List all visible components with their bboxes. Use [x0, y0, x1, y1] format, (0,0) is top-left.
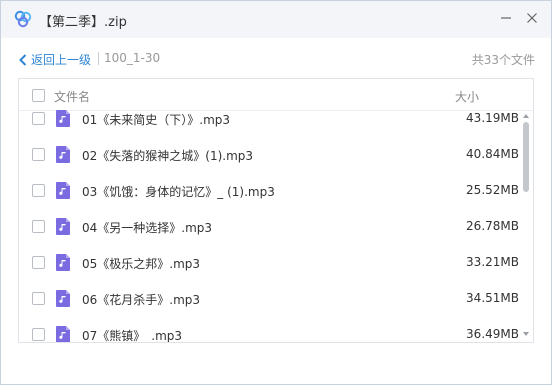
close-button[interactable]	[521, 7, 543, 29]
chevron-left-icon	[19, 53, 27, 66]
file-row[interactable]: 01《未来简史（下）》.mp3 43.19MB	[19, 101, 519, 137]
file-size: 43.19MB	[466, 111, 519, 125]
file-name: 07《熊镇》_.mp3	[82, 329, 183, 343]
audio-file-icon	[56, 182, 70, 199]
close-icon	[527, 13, 537, 23]
minimize-button[interactable]	[495, 7, 517, 29]
file-name: 01《未来简史（下）》.mp3	[82, 113, 231, 127]
baidu-netdisk-cloud-icon	[14, 10, 32, 28]
file-row[interactable]: 07《熊镇》_.mp3 36.49MB	[19, 317, 519, 343]
current-folder-label: 100_1-30	[104, 51, 161, 65]
file-name: 02《失落的猴神之城》(1).mp3	[82, 149, 254, 163]
vertical-scrollbar[interactable]	[522, 112, 530, 340]
scroll-up-arrow-icon[interactable]	[523, 114, 529, 118]
minimize-icon	[501, 17, 511, 19]
file-checkbox[interactable]	[32, 292, 45, 305]
back-to-parent-link[interactable]: 返回上一级	[19, 51, 91, 68]
file-size: 34.51MB	[466, 291, 519, 305]
file-row[interactable]: 02《失落的猴神之城》(1).mp3 40.84MB	[19, 137, 519, 173]
file-list: 文件名 大小 01《未来简史（下）》.mp3 43.19MB 02《失落的猴神之城》…	[18, 78, 534, 343]
scroll-thumb[interactable]	[523, 122, 529, 192]
file-name: 06《花月杀手》.mp3	[82, 293, 201, 307]
file-checkbox[interactable]	[32, 256, 45, 269]
file-checkbox[interactable]	[32, 220, 45, 233]
file-name: 03《饥饿：身体的记忆》_ (1).mp3	[82, 185, 275, 199]
back-label: 返回上一级	[31, 53, 92, 67]
file-row[interactable]: 05《极乐之邦》.mp3 33.21MB	[19, 245, 519, 281]
file-size: 36.49MB	[466, 327, 519, 341]
file-count-label: 共33个文件	[471, 53, 535, 67]
zip-preview-window: 【第二季】.zip 返回上一级 100_1-30 共33个文件 文件名 大小 0…	[0, 0, 552, 385]
audio-file-icon	[56, 254, 70, 271]
scroll-down-arrow-icon[interactable]	[523, 332, 529, 336]
audio-file-icon	[56, 218, 70, 235]
window-title: 【第二季】.zip	[39, 15, 127, 30]
audio-file-icon	[56, 326, 70, 342]
file-checkbox[interactable]	[32, 148, 45, 161]
audio-file-icon	[56, 290, 70, 307]
file-size: 40.84MB	[466, 147, 519, 161]
file-size: 25.52MB	[466, 183, 519, 197]
file-row[interactable]: 04《另一种选择》.mp3 26.78MB	[19, 209, 519, 245]
audio-file-icon	[56, 146, 70, 163]
file-checkbox[interactable]	[32, 328, 45, 341]
file-row[interactable]: 06《花月杀手》.mp3 34.51MB	[19, 281, 519, 317]
file-row[interactable]: 03《饥饿：身体的记忆》_ (1).mp3 25.52MB	[19, 173, 519, 209]
file-size: 33.21MB	[466, 255, 519, 269]
file-name: 05《极乐之邦》.mp3	[82, 257, 201, 271]
file-name: 04《另一种选择》.mp3	[82, 221, 213, 235]
file-checkbox[interactable]	[32, 184, 45, 197]
navigation-bar: 返回上一级 100_1-30 共33个文件	[1, 38, 551, 78]
file-checkbox[interactable]	[32, 112, 45, 125]
audio-file-icon	[56, 110, 70, 127]
breadcrumb-divider	[98, 52, 99, 65]
file-size: 26.78MB	[466, 219, 519, 233]
title-bar[interactable]: 【第二季】.zip	[1, 1, 551, 38]
